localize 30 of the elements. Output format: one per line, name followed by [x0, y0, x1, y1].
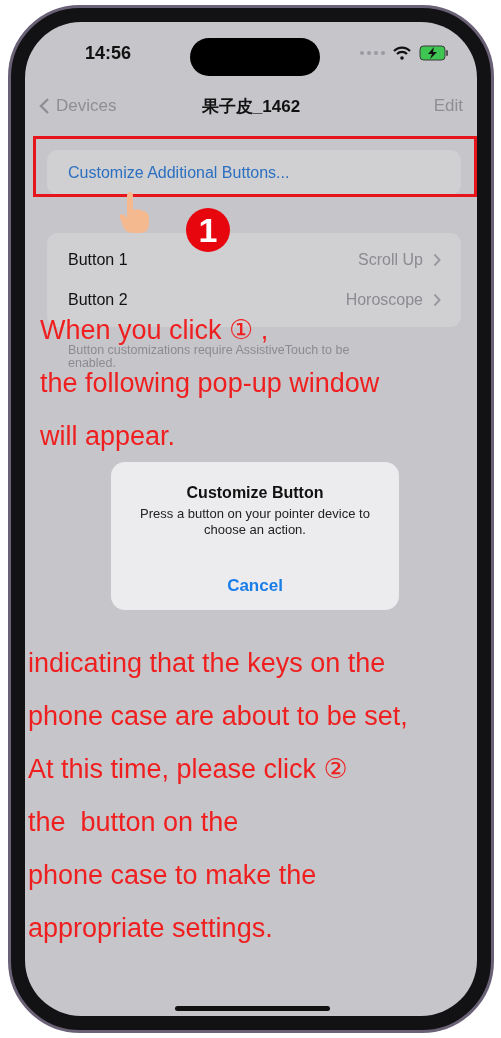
chevron-icon	[433, 293, 441, 307]
dialog-message: Press a button on your pointer device to choose an action.	[139, 506, 371, 538]
annotation-text: indicating that the keys on the	[28, 650, 386, 676]
back-chevron-icon	[39, 97, 50, 115]
annotation-text: the button on the	[28, 809, 239, 835]
annotation-text: phone case to make the	[28, 862, 317, 888]
status-time: 14:56	[85, 42, 132, 64]
wifi-icon	[393, 46, 411, 60]
battery-icon	[419, 45, 449, 61]
back-button[interactable]: Devices	[39, 96, 117, 116]
customize-link[interactable]: Customize Additional Buttons...	[47, 150, 461, 195]
footer-note: Button customizations require AssistiveTouch to be enabled.	[68, 344, 351, 370]
signal-icon	[359, 50, 385, 56]
step-badge: 1	[186, 208, 230, 252]
row-label: Button 1	[68, 251, 128, 269]
annotation-text: appropriate settings.	[28, 915, 273, 941]
annotation-text: At this time, please click ②	[28, 756, 348, 782]
row-value: Horoscope	[345, 291, 423, 309]
cancel-button[interactable]: Cancel	[215, 572, 295, 600]
button-row[interactable]: Button 2 Horoscope	[47, 280, 461, 320]
annotation-text: the following pop-up window	[40, 370, 380, 396]
annotation-text: When you click ① ,	[40, 317, 269, 343]
chevron-icon	[433, 253, 441, 267]
nav-title: 果子皮_1462	[201, 95, 301, 118]
annotation-text: phone case are about to be set,	[28, 703, 408, 729]
edit-button[interactable]: Edit	[433, 96, 463, 116]
row-label: Button 2	[68, 291, 128, 309]
dialog-title: Customize Button	[186, 484, 324, 502]
row-value: Scroll Up	[358, 251, 423, 269]
annotation-text: will appear.	[40, 423, 176, 449]
